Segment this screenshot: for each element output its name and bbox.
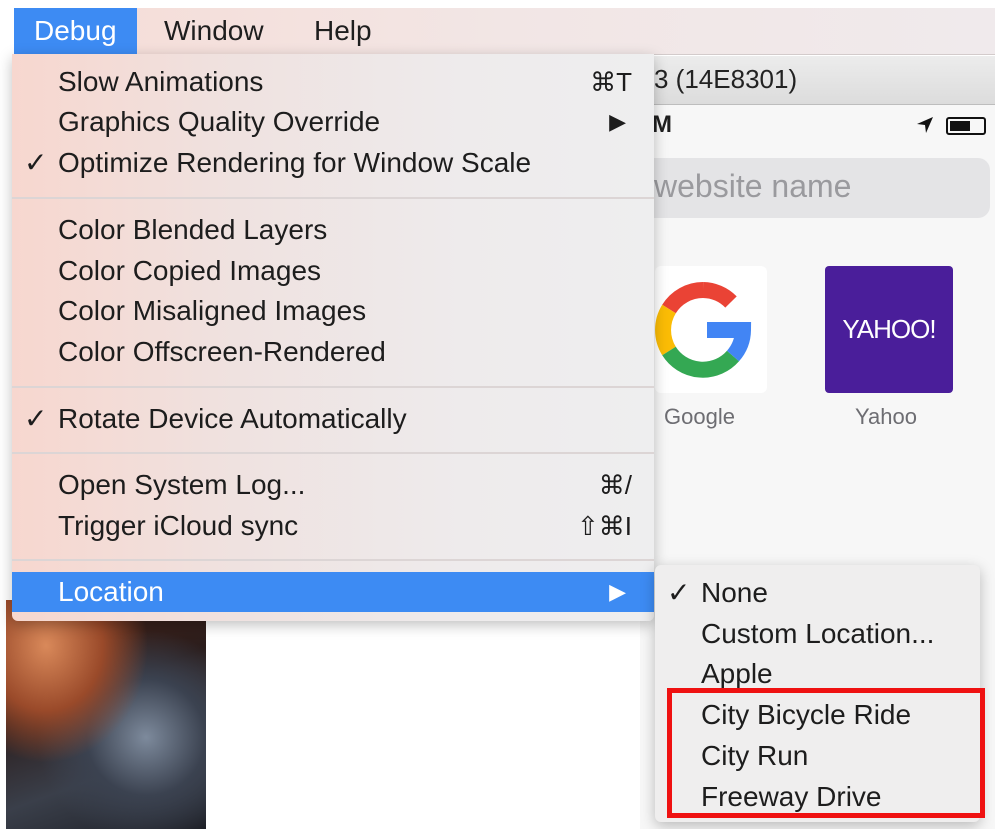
favorite-google[interactable]: [655, 266, 767, 393]
favorite-yahoo[interactable]: YAHOO!: [825, 266, 953, 393]
menu-separator: [12, 386, 654, 388]
simulator-title-bar: 3 (14E8301): [640, 56, 995, 105]
menu-item-label: Optimize Rendering for Window Scale: [58, 147, 532, 178]
checkmark-icon: ✓: [24, 147, 48, 178]
simulator-title: 3 (14E8301): [654, 64, 798, 94]
menu-item-label: Rotate Device Automatically: [58, 403, 407, 434]
desktop-wallpaper: [6, 600, 206, 829]
menu-item-location[interactable]: Location ▶: [12, 572, 654, 612]
search-placeholder: website name: [654, 168, 852, 204]
location-item-custom[interactable]: Custom Location...: [655, 614, 980, 654]
ios-status-bar: M: [640, 105, 995, 147]
menu-item-label: None: [701, 577, 768, 608]
checkmark-icon: ✓: [24, 403, 48, 434]
debug-menu: Slow Animations ⌘T Graphics Quality Over…: [12, 54, 654, 621]
menu-bar: Debug Window Help: [14, 8, 995, 55]
checkmark-icon: ✓: [667, 577, 691, 608]
favorite-label-yahoo: Yahoo: [855, 404, 917, 429]
yahoo-logo: YAHOO!: [842, 314, 936, 344]
menu-item-color-copied-images[interactable]: Color Copied Images: [12, 251, 654, 291]
google-logo-icon: [655, 282, 752, 378]
menu-item-slow-animations[interactable]: Slow Animations ⌘T: [12, 62, 654, 102]
annotation-highlight-box: [667, 688, 985, 818]
menu-item-label: Open System Log...: [58, 469, 306, 500]
menu-debug[interactable]: Debug: [14, 8, 137, 54]
submenu-arrow-icon: ▶: [609, 579, 626, 604]
status-time: M: [652, 111, 672, 138]
menu-window[interactable]: Window: [144, 8, 284, 54]
menu-item-label: Color Offscreen-Rendered: [58, 336, 386, 367]
menu-item-graphics-quality-override[interactable]: Graphics Quality Override ▶: [12, 102, 654, 142]
submenu-arrow-icon: ▶: [609, 109, 626, 134]
address-search-field[interactable]: website name: [640, 158, 990, 218]
menu-item-trigger-icloud-sync[interactable]: Trigger iCloud sync ⇧⌘I: [12, 506, 654, 546]
menu-separator: [12, 559, 654, 561]
location-item-none[interactable]: ✓ None: [655, 573, 980, 613]
menu-item-label: Graphics Quality Override: [58, 106, 381, 137]
menu-item-color-misaligned-images[interactable]: Color Misaligned Images: [12, 291, 654, 331]
menu-item-color-offscreen-rendered[interactable]: Color Offscreen-Rendered: [12, 332, 654, 372]
menu-separator: [12, 197, 654, 199]
menu-item-label: Location: [58, 576, 164, 607]
menu-item-label: Trigger iCloud sync: [58, 510, 299, 541]
menu-item-label: Color Blended Layers: [58, 214, 328, 245]
menu-item-open-system-log[interactable]: Open System Log... ⌘/: [12, 465, 654, 505]
location-arrow-icon: [917, 117, 933, 133]
menu-item-label: Color Misaligned Images: [58, 295, 367, 326]
shortcut-label: ⌘/: [598, 470, 632, 500]
menu-item-rotate-device[interactable]: ✓ Rotate Device Automatically: [12, 399, 654, 439]
menu-item-label: Color Copied Images: [58, 255, 322, 286]
menu-item-label: Slow Animations: [58, 66, 264, 97]
menu-item-label: Custom Location...: [701, 618, 935, 649]
menu-item-optimize-rendering[interactable]: ✓ Optimize Rendering for Window Scale: [12, 143, 654, 183]
shortcut-label: ⇧⌘I: [576, 511, 632, 541]
battery-icon: [946, 117, 986, 135]
shortcut-label: ⌘T: [590, 67, 632, 97]
menu-separator: [12, 452, 654, 454]
favorite-label-google: Google: [664, 404, 735, 429]
menu-item-color-blended-layers[interactable]: Color Blended Layers: [12, 210, 654, 250]
menu-help[interactable]: Help: [294, 8, 392, 54]
